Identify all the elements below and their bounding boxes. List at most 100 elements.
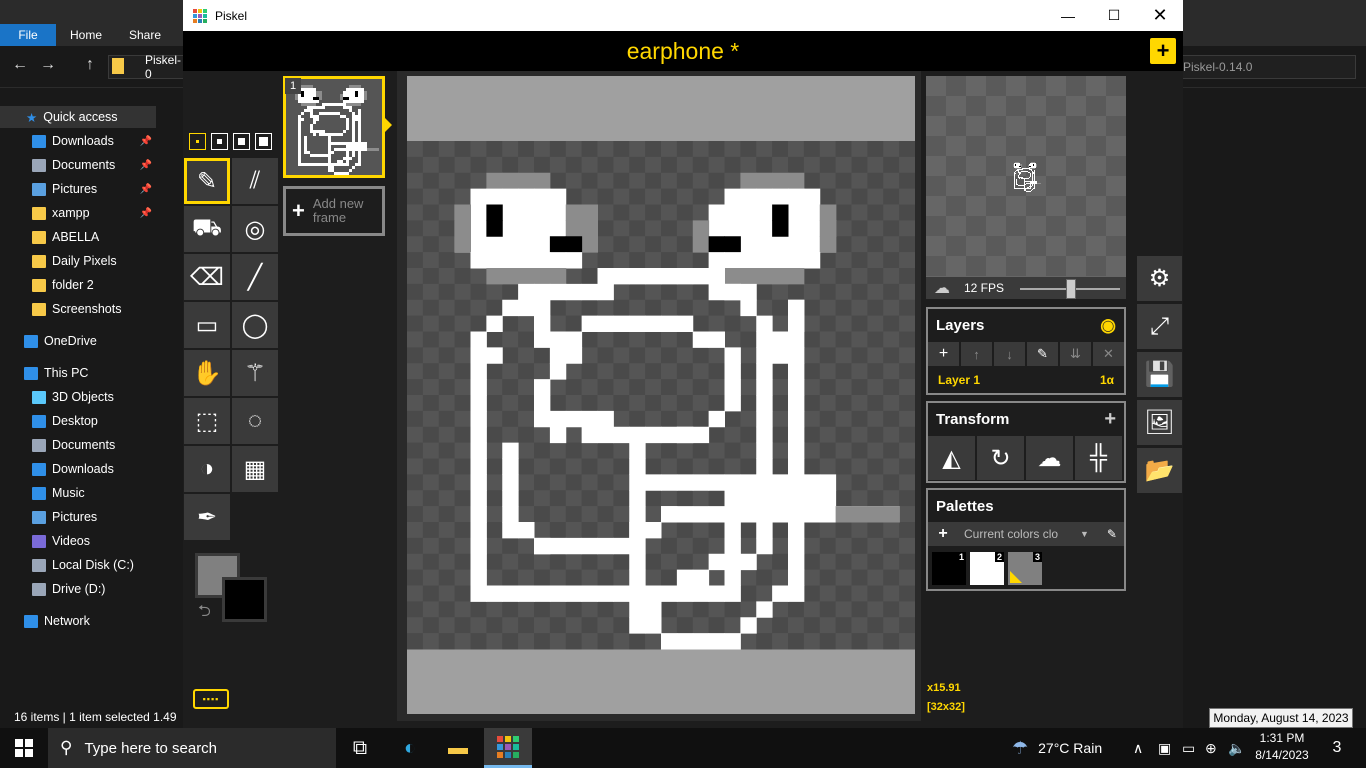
task-view-icon[interactable]: ⧉ bbox=[336, 728, 384, 768]
save-icon[interactable]: 💾 bbox=[1137, 352, 1182, 397]
minimize-button[interactable]: — bbox=[1045, 0, 1091, 31]
nav-item-downloads[interactable]: Downloads 📌 bbox=[0, 130, 156, 152]
eye-icon[interactable]: ◉ bbox=[1100, 315, 1116, 336]
sprite-pixel bbox=[772, 204, 789, 221]
plus-icon[interactable]: + bbox=[1104, 408, 1116, 431]
pen-size-1[interactable] bbox=[189, 133, 206, 150]
nav-item-downloads[interactable]: Downloads bbox=[0, 458, 156, 480]
lasso-selection-icon[interactable]: ◌ bbox=[232, 398, 278, 444]
nav-item-videos[interactable]: Videos bbox=[0, 530, 156, 552]
explorer-search-input[interactable]: Piskel-0.14.0 bbox=[1176, 55, 1356, 79]
nav-item-onedrive[interactable]: OneDrive bbox=[0, 330, 156, 352]
edit-palette-icon[interactable]: ✎ bbox=[1107, 527, 1117, 541]
align-center-icon[interactable]: ╬ bbox=[1075, 436, 1122, 480]
export-image-icon[interactable]: 🖼 bbox=[1137, 400, 1182, 445]
onion-skin-icon[interactable]: ☁ bbox=[934, 278, 950, 298]
palette-select[interactable]: + Current colors clo ▼ ✎ bbox=[928, 522, 1124, 546]
nav-item-network[interactable]: Network bbox=[0, 610, 156, 632]
keyboard-shortcuts-icon[interactable]: ▪▪▪▪ bbox=[193, 689, 229, 709]
weather-widget[interactable]: ☂ 27°C Rain bbox=[1012, 728, 1102, 768]
nav-item-quick-access[interactable]: ★ Quick access bbox=[0, 106, 156, 128]
nav-item-documents[interactable]: Documents 📌 bbox=[0, 154, 156, 176]
resize-icon[interactable]: ⤢ bbox=[1137, 304, 1182, 349]
nav-item-local-disk-c-[interactable]: Local Disk (C:) bbox=[0, 554, 156, 576]
flip-icon[interactable]: ◭ bbox=[928, 436, 975, 480]
paint-all-same-color-icon[interactable]: ◎ bbox=[232, 206, 278, 252]
volume-icon[interactable]: 🔈 bbox=[1228, 740, 1245, 757]
nav-item-abella[interactable]: ABELLA bbox=[0, 226, 156, 248]
nav-item-this-pc[interactable]: This PC bbox=[0, 362, 156, 384]
nav-item-drive-d-[interactable]: Drive (D:) bbox=[0, 578, 156, 600]
move-layer-down-icon[interactable]: ↓ bbox=[994, 342, 1025, 366]
up-arrow-icon[interactable]: ↑ bbox=[86, 56, 94, 74]
swap-colors-icon[interactable]: ⮌ bbox=[198, 600, 211, 627]
drawing-canvas[interactable] bbox=[407, 141, 915, 650]
shape-selection-wand-icon[interactable]: ⚚ bbox=[232, 350, 278, 396]
nav-item-documents[interactable]: Documents bbox=[0, 434, 156, 456]
vertical-mirror-pen-icon[interactable]: ⫽ bbox=[232, 158, 278, 204]
edit-layer-icon[interactable]: ✎ bbox=[1027, 342, 1058, 366]
notifications-icon[interactable]: 3 bbox=[1322, 728, 1352, 768]
delete-layer-icon[interactable]: ✕ bbox=[1093, 342, 1124, 366]
forward-arrow-icon[interactable]: → bbox=[40, 56, 56, 74]
nav-item-music[interactable]: Music bbox=[0, 482, 156, 504]
meet-now-icon[interactable]: ▣ bbox=[1158, 740, 1171, 757]
palette-swatch-1[interactable]: 1 bbox=[932, 552, 966, 585]
back-arrow-icon[interactable]: ← bbox=[12, 56, 28, 74]
clock[interactable]: 1:31 PM 8/14/2023 bbox=[1248, 730, 1316, 766]
chevron-down-icon: ▼ bbox=[1080, 529, 1089, 539]
start-button[interactable] bbox=[0, 728, 48, 768]
layer-row[interactable]: Layer 1 1α bbox=[928, 368, 1124, 392]
add-frame-button[interactable]: + Add new frame bbox=[283, 186, 385, 236]
add-palette-icon[interactable]: + bbox=[928, 525, 958, 543]
pen-size-3[interactable] bbox=[233, 133, 250, 150]
sprite-name[interactable]: earphone * bbox=[627, 38, 740, 65]
battery-icon[interactable]: ▭ bbox=[1182, 740, 1195, 757]
palette-swatch-3[interactable]: 3 bbox=[1008, 552, 1042, 585]
circle-icon[interactable]: ◯ bbox=[232, 302, 278, 348]
eraser-icon[interactable]: ⌫ bbox=[184, 254, 230, 300]
ribbon-tab-home[interactable]: Home bbox=[70, 24, 102, 46]
nav-item-desktop[interactable]: Desktop bbox=[0, 410, 156, 432]
stroke-icon[interactable]: ╱ bbox=[232, 254, 278, 300]
close-button[interactable]: ✕ bbox=[1137, 0, 1183, 31]
dithering-icon[interactable]: ▦ bbox=[232, 446, 278, 492]
file-explorer-icon[interactable]: ▬ bbox=[434, 728, 482, 768]
nav-item-pictures[interactable]: Pictures 📌 bbox=[0, 178, 156, 200]
nav-item-daily-pixels[interactable]: Daily Pixels bbox=[0, 250, 156, 272]
new-sprite-button[interactable]: + bbox=[1150, 38, 1176, 64]
fps-slider-knob[interactable] bbox=[1066, 279, 1076, 299]
merge-layer-icon[interactable]: ⇊ bbox=[1060, 342, 1091, 366]
pen-icon[interactable]: ✎ bbox=[184, 158, 230, 204]
palette-swatch-2[interactable]: 2 bbox=[970, 552, 1004, 585]
rectangle-icon[interactable]: ▭ bbox=[184, 302, 230, 348]
settings-gear-icon[interactable]: ⚙ bbox=[1137, 256, 1182, 301]
pen-size-4[interactable] bbox=[255, 133, 272, 150]
move-hand-icon[interactable]: ✋ bbox=[184, 350, 230, 396]
ribbon-tab-share[interactable]: Share bbox=[129, 24, 161, 46]
add-layer-button[interactable]: + bbox=[928, 342, 959, 366]
nav-item-screenshots[interactable]: Screenshots bbox=[0, 298, 156, 320]
lighten-icon[interactable]: ◑ bbox=[184, 446, 230, 492]
color-picker-icon[interactable]: ✒ bbox=[184, 494, 230, 540]
secondary-color-swatch[interactable] bbox=[222, 577, 267, 622]
chevron-up-icon[interactable]: ∧ bbox=[1133, 740, 1143, 757]
nav-item-xampp[interactable]: xampp 📌 bbox=[0, 202, 156, 224]
taskbar-search[interactable]: ⚲ Type here to search bbox=[48, 728, 336, 768]
nav-item-folder-2[interactable]: folder 2 bbox=[0, 274, 156, 296]
ribbon-tab-file[interactable]: File bbox=[0, 24, 56, 46]
clone-sheep-icon[interactable]: ☁ bbox=[1026, 436, 1073, 480]
rectangle-selection-icon[interactable]: ⬚ bbox=[184, 398, 230, 444]
nav-item-3d-objects[interactable]: 3D Objects bbox=[0, 386, 156, 408]
maximize-button[interactable]: ☐ bbox=[1091, 0, 1137, 31]
paint-bucket-icon[interactable]: ⛟ bbox=[184, 206, 230, 252]
nav-item-pictures[interactable]: Pictures bbox=[0, 506, 156, 528]
piskel-app-icon bbox=[497, 735, 519, 758]
edge-icon[interactable]: ◐ bbox=[386, 728, 434, 768]
rotate-icon[interactable]: ↻ bbox=[977, 436, 1024, 480]
piskel-taskbar-icon[interactable] bbox=[484, 728, 532, 768]
move-layer-up-icon[interactable]: ↑ bbox=[961, 342, 992, 366]
network-icon[interactable]: ⊕ bbox=[1205, 740, 1217, 757]
open-folder-icon[interactable]: 📂 bbox=[1137, 448, 1182, 493]
pen-size-2[interactable] bbox=[211, 133, 228, 150]
